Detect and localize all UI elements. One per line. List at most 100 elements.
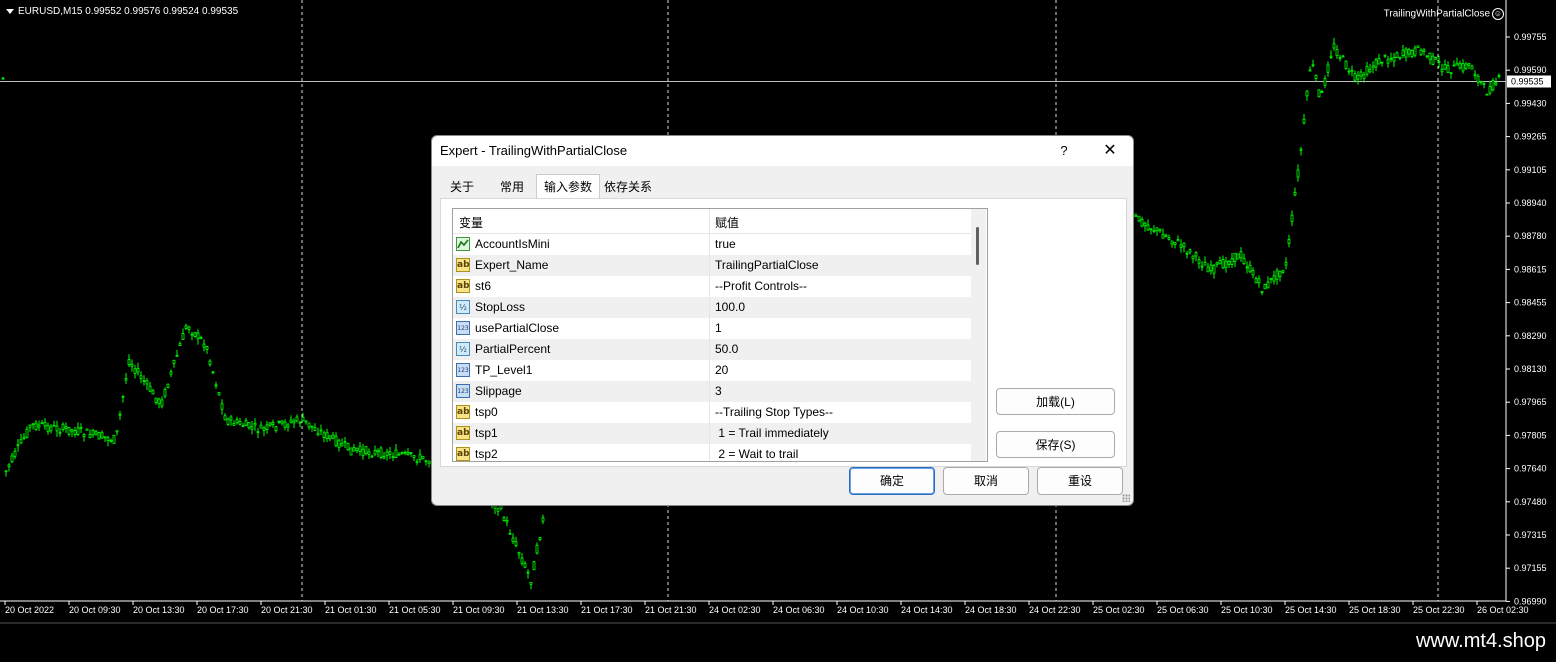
parameter-row[interactable]: 123 Slippage 3 bbox=[453, 381, 971, 402]
parameter-value[interactable]: 1 = Trail immediately bbox=[715, 426, 828, 440]
candle-body bbox=[211, 371, 215, 374]
price-label: 0.99265 bbox=[1514, 132, 1547, 142]
parameter-value[interactable]: 100.0 bbox=[715, 300, 745, 314]
candle-body bbox=[1350, 69, 1354, 72]
expert-advisor-label[interactable]: TrailingWithPartialClose ☺ bbox=[1384, 8, 1504, 20]
candle-body bbox=[31, 423, 35, 426]
candle-body bbox=[319, 429, 323, 432]
price-label: 0.99105 bbox=[1514, 165, 1547, 175]
candle-body bbox=[274, 426, 278, 432]
candle-body bbox=[310, 425, 314, 428]
parameters-grid[interactable]: 变量 赋值 AccountIsMini true ab Expert_Name Trai… bbox=[452, 208, 988, 462]
parameter-value[interactable]: --Trailing Stop Types-- bbox=[715, 405, 833, 419]
candle-body bbox=[1269, 277, 1273, 280]
candle-body bbox=[1287, 238, 1291, 244]
reset-button[interactable]: 重设 bbox=[1037, 467, 1123, 495]
candle-body bbox=[142, 380, 146, 382]
scrollbar-thumb[interactable] bbox=[976, 227, 979, 265]
candle-body bbox=[25, 428, 29, 438]
ok-button[interactable]: 确定 bbox=[849, 467, 935, 495]
parameter-value[interactable]: TrailingPartialClose bbox=[715, 258, 819, 272]
candle-body bbox=[526, 571, 530, 574]
cancel-button[interactable]: 取消 bbox=[943, 467, 1029, 495]
tab-inputs[interactable]: 输入参数 bbox=[536, 174, 600, 200]
candle-body bbox=[1326, 64, 1330, 73]
candle-body bbox=[1293, 191, 1297, 196]
time-label: 26 Oct 02:30 bbox=[1477, 605, 1529, 615]
column-variable[interactable]: 变量 bbox=[459, 214, 483, 231]
candle-body bbox=[412, 455, 416, 458]
time-label: 24 Oct 10:30 bbox=[837, 605, 889, 615]
candle-body bbox=[352, 447, 356, 452]
time-label: 24 Oct 02:30 bbox=[709, 605, 761, 615]
parameter-row[interactable]: ab st6 --Profit Controls-- bbox=[453, 276, 971, 297]
column-value[interactable]: 赋值 bbox=[715, 214, 739, 231]
parameter-value[interactable]: 20 bbox=[715, 363, 728, 377]
candle-body bbox=[37, 424, 41, 428]
parameter-value[interactable]: 1 bbox=[715, 321, 722, 335]
parameter-value[interactable]: true bbox=[715, 237, 736, 251]
candle-body bbox=[1467, 62, 1471, 66]
parameter-row[interactable]: 123 TP_Level1 20 bbox=[453, 360, 971, 381]
parameter-row[interactable]: ab tsp0 --Trailing Stop Types-- bbox=[453, 402, 971, 423]
candle-body bbox=[1221, 259, 1225, 269]
price-label: 0.99590 bbox=[1514, 65, 1547, 75]
parameter-row[interactable]: ½ PartialPercent 50.0 bbox=[453, 339, 971, 360]
tab-common[interactable]: 常用 bbox=[488, 176, 536, 198]
parameter-row[interactable]: ab tsp1 1 = Trail immediately bbox=[453, 423, 971, 444]
candle-body bbox=[1137, 215, 1141, 222]
column-divider bbox=[709, 209, 710, 233]
tab-dependencies[interactable]: 依存关系 bbox=[600, 176, 656, 198]
parameter-value[interactable]: 3 bbox=[715, 384, 722, 398]
candle-body bbox=[43, 421, 47, 427]
candle-body bbox=[256, 431, 260, 434]
resize-grip-icon[interactable] bbox=[1122, 494, 1130, 502]
candle-body bbox=[1245, 266, 1249, 269]
candle-body bbox=[136, 368, 140, 373]
parameter-value[interactable]: 2 = Wait to trail bbox=[715, 447, 798, 461]
time-label: 25 Oct 14:30 bbox=[1285, 605, 1337, 615]
load-button[interactable]: 加载(L) bbox=[996, 388, 1115, 415]
candle-body bbox=[64, 426, 68, 429]
candle-body bbox=[154, 397, 158, 403]
candle-body bbox=[1167, 237, 1171, 240]
candle-body bbox=[403, 451, 407, 454]
candle-body bbox=[1341, 55, 1345, 58]
help-button[interactable]: ? bbox=[1052, 141, 1076, 161]
close-button[interactable]: ✕ bbox=[1098, 141, 1122, 161]
parameter-row[interactable]: ab Expert_Name TrailingPartialClose bbox=[453, 255, 971, 276]
parameter-value[interactable]: 50.0 bbox=[715, 342, 738, 356]
candle-body bbox=[523, 563, 527, 568]
candle-body bbox=[280, 420, 284, 424]
time-label: 25 Oct 22:30 bbox=[1413, 605, 1465, 615]
candle-body bbox=[292, 420, 296, 424]
parameter-name: Expert_Name bbox=[475, 258, 549, 272]
parameter-name: AccountIsMini bbox=[475, 237, 550, 251]
parameter-row[interactable]: 123 usePartialClose 1 bbox=[453, 318, 971, 339]
candle-body bbox=[1296, 169, 1300, 178]
time-label: 21 Oct 21:30 bbox=[645, 605, 697, 615]
candle-body bbox=[376, 449, 380, 452]
candle-body bbox=[1446, 64, 1450, 73]
grid-header: 变量 赋值 bbox=[453, 209, 971, 234]
int-type-icon: 123 bbox=[456, 321, 470, 335]
candle-body bbox=[1197, 259, 1201, 264]
candle-body bbox=[1311, 64, 1315, 67]
parameter-value[interactable]: --Profit Controls-- bbox=[715, 279, 807, 293]
candle-body bbox=[1155, 227, 1159, 232]
parameter-row[interactable]: ½ StopLoss 100.0 bbox=[453, 297, 971, 318]
grid-scrollbar[interactable] bbox=[971, 209, 986, 461]
dropdown-triangle-icon[interactable] bbox=[6, 8, 14, 14]
candle-body bbox=[1329, 55, 1333, 58]
tab-about[interactable]: 关于 bbox=[440, 176, 484, 198]
candle-body bbox=[1215, 262, 1219, 265]
candle-body bbox=[1410, 50, 1414, 57]
price-label: 0.98455 bbox=[1514, 298, 1547, 308]
parameter-row[interactable]: AccountIsMini true bbox=[453, 234, 971, 255]
parameter-row[interactable]: ab tsp2 2 = Wait to trail bbox=[453, 444, 971, 461]
dialog-title-bar[interactable]: Expert - TrailingWithPartialClose ? ✕ bbox=[432, 136, 1133, 166]
candle-body bbox=[379, 447, 383, 458]
candle-body bbox=[229, 416, 233, 421]
save-button[interactable]: 保存(S) bbox=[996, 431, 1115, 458]
candle-body bbox=[298, 421, 302, 424]
